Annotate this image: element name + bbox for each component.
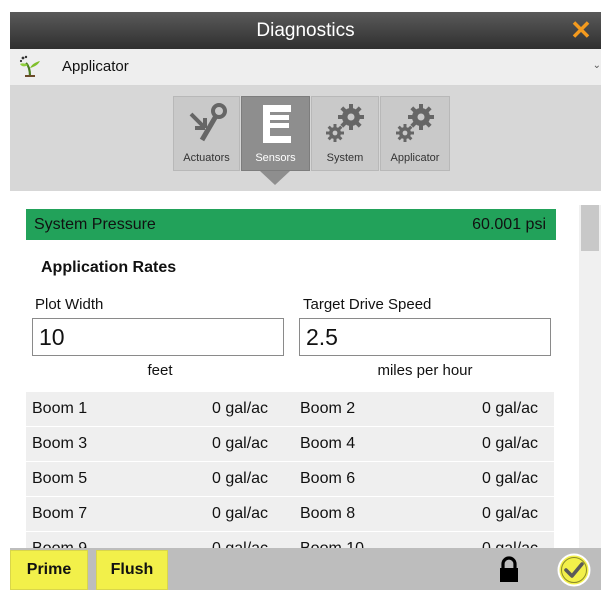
boom-name: Boom 1 [32, 400, 88, 417]
boom-name: Boom 8 [300, 505, 356, 522]
bottom-toolbar: Prime Flush [10, 548, 601, 590]
plot-width-label: Plot Width [35, 296, 104, 313]
device-label: Applicator [62, 58, 129, 75]
plot-width-input[interactable]: 10 [32, 318, 284, 356]
table-row: Boom 3 0 gal/ac Boom 4 0 gal/ac [26, 427, 554, 461]
tab-actuators-label: Actuators [183, 152, 230, 164]
boom-rate: 0 gal/ac [482, 505, 539, 522]
boom-rate: 0 gal/ac [482, 435, 539, 452]
diagnostics-window: Diagnostics ✕ Applicator ⌄ Actuators Sen… [10, 12, 601, 590]
boom-rate: 0 gal/ac [212, 470, 269, 487]
boom-rate: 0 gal/ac [212, 435, 269, 452]
tab-system-label: System [326, 152, 364, 164]
scrollbar-thumb[interactable] [581, 205, 599, 251]
flush-button[interactable]: Flush [96, 550, 168, 590]
sprayer-plant-icon [19, 55, 40, 77]
drive-speed-label: Target Drive Speed [303, 296, 432, 313]
tab-system[interactable]: System [311, 96, 379, 171]
boom-name: Boom 5 [32, 470, 88, 487]
sensors-list-icon [263, 105, 291, 143]
actuator-icon [189, 103, 227, 142]
boom-rate: 0 gal/ac [482, 400, 539, 417]
drive-speed-input[interactable]: 2.5 [299, 318, 551, 356]
drive-speed-unit: miles per hour [377, 362, 473, 379]
boom-rate: 0 gal/ac [482, 470, 539, 487]
lock-icon[interactable] [499, 556, 519, 582]
tab-applicator-label: Applicator [390, 152, 440, 164]
prime-button[interactable]: Prime [10, 550, 88, 590]
table-row: Boom 1 0 gal/ac Boom 2 0 gal/ac [26, 392, 554, 426]
boom-name: Boom 4 [300, 435, 356, 452]
tab-sensors-label: Sensors [255, 152, 296, 164]
boom-name: Boom 3 [32, 435, 88, 452]
gears-icon [396, 104, 434, 142]
window-title: Diagnostics [256, 20, 355, 41]
tab-bar: Actuators Sensors System Applicator [10, 86, 601, 191]
boom-rate: 0 gal/ac [212, 400, 269, 417]
tab-applicator[interactable]: Applicator [380, 96, 450, 171]
plot-width-unit: feet [147, 362, 173, 379]
scrollbar[interactable] [579, 205, 601, 548]
title-bar: Diagnostics ✕ [10, 12, 601, 49]
system-pressure-label: System Pressure [34, 216, 156, 233]
boom-name: Boom 6 [300, 470, 356, 487]
boom-name: Boom 7 [32, 505, 88, 522]
close-icon[interactable]: ✕ [569, 15, 593, 45]
system-pressure-value: 60.001 psi [472, 216, 546, 233]
boom-name: Boom 2 [300, 400, 356, 417]
section-heading: Application Rates [41, 259, 177, 276]
table-row: Boom 7 0 gal/ac Boom 8 0 gal/ac [26, 497, 554, 531]
system-pressure-bar: System Pressure 60.001 psi [26, 209, 556, 240]
check-icon[interactable] [557, 553, 591, 587]
sensors-panel: System Pressure 60.001 psi Application R… [10, 191, 601, 566]
active-tab-indicator [260, 171, 290, 185]
tab-actuators[interactable]: Actuators [173, 96, 240, 171]
gears-icon [326, 104, 364, 142]
chevron-down-icon[interactable]: ⌄ [593, 49, 601, 83]
boom-rate: 0 gal/ac [212, 505, 269, 522]
device-selector[interactable]: Applicator ⌄ [10, 49, 601, 86]
table-row: Boom 5 0 gal/ac Boom 6 0 gal/ac [26, 462, 554, 496]
tab-sensors[interactable]: Sensors [241, 96, 310, 171]
